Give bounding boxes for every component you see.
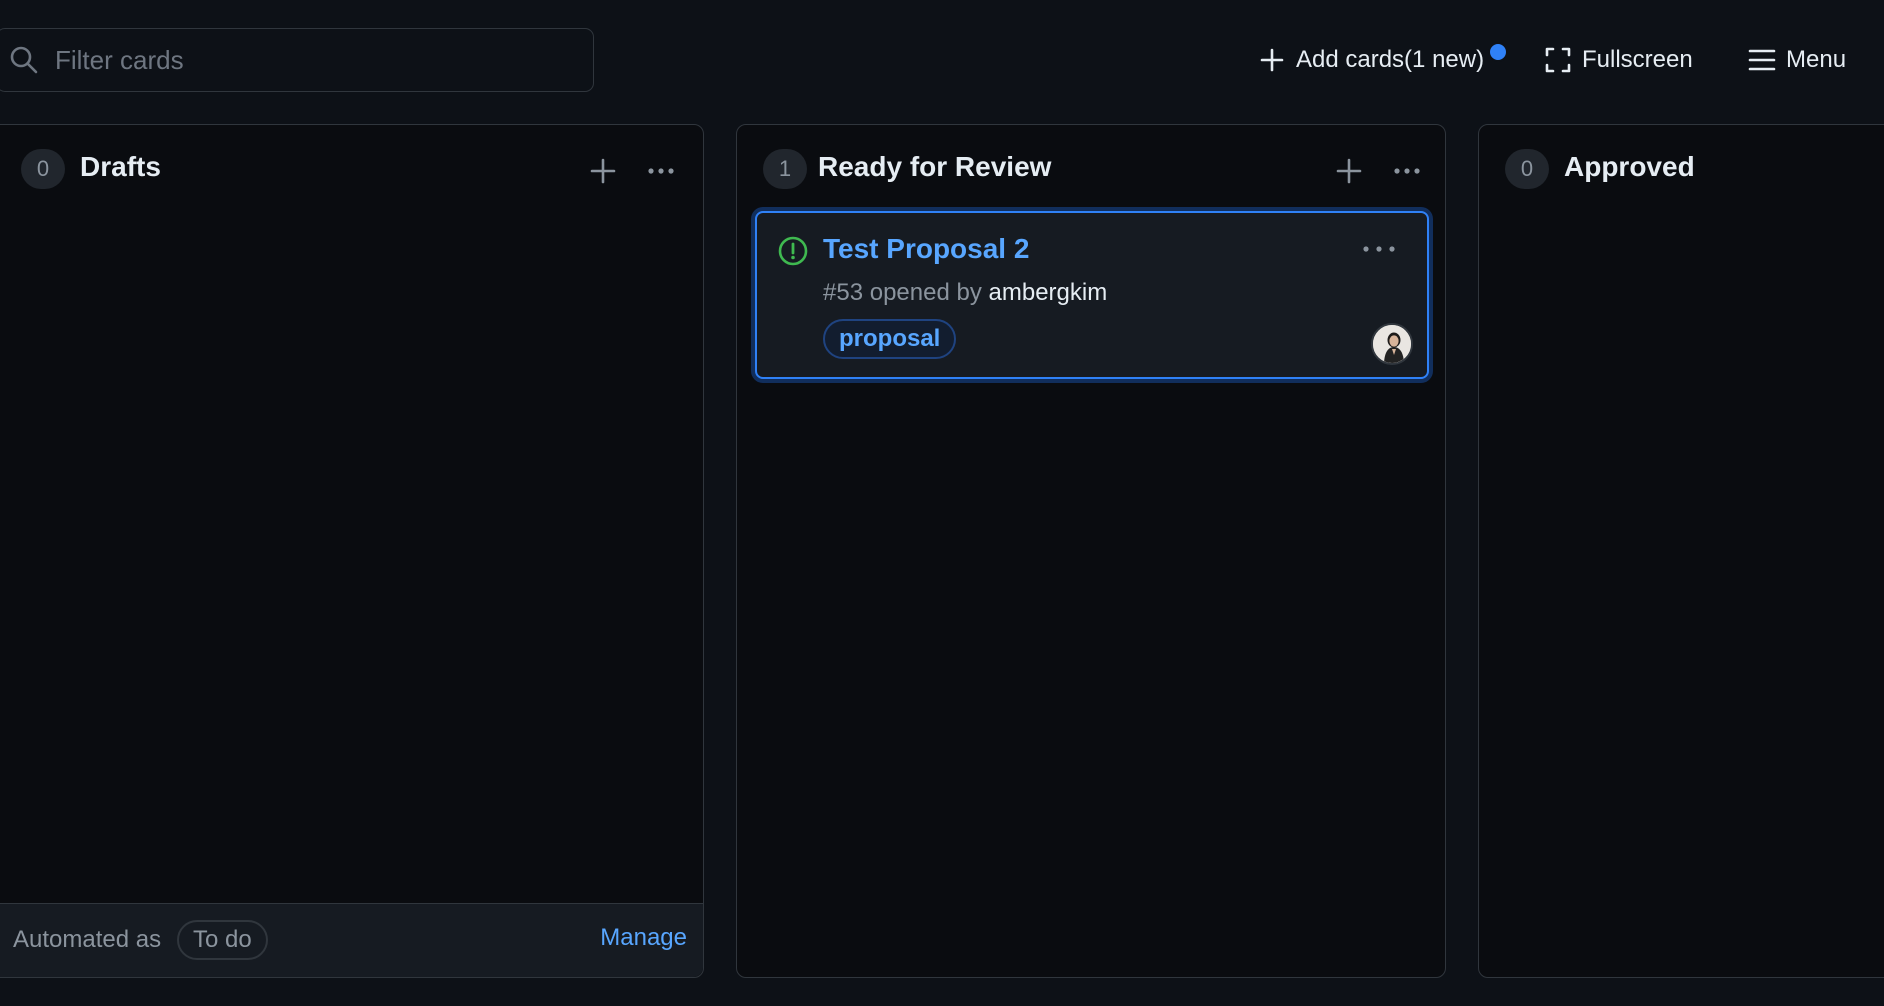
column-card-count: 0 (21, 149, 65, 189)
add-card-button[interactable] (583, 151, 623, 191)
plus-icon (590, 158, 616, 184)
column-title: Approved (1564, 151, 1695, 182)
menu-button[interactable]: Menu (1748, 40, 1846, 80)
kebab-horizontal-icon (648, 168, 674, 174)
new-cards-notification-dot (1488, 42, 1508, 62)
add-cards-label: Add cards(1 new) (1296, 46, 1485, 73)
column-card-count: 1 (763, 149, 807, 189)
issue-opened-icon (777, 235, 809, 267)
hamburger-icon (1748, 49, 1776, 71)
kebab-horizontal-icon (1363, 246, 1395, 252)
column-title: Drafts (80, 151, 161, 182)
assignee-avatar[interactable] (1371, 323, 1413, 365)
automation-status-badge: To do (177, 920, 268, 960)
plus-icon (1260, 48, 1284, 72)
column-drafts: 0 Drafts Automated as To do Manage (0, 124, 704, 978)
label-badge[interactable]: proposal (823, 319, 957, 359)
card-meta: #53 opened by ambergkim (823, 279, 1107, 307)
column-automation-footer: Automated as To do Manage (0, 903, 703, 977)
issue-number: #53 (823, 279, 864, 306)
manage-automation-link[interactable]: Manage (600, 924, 687, 952)
column-card-count: 0 (1505, 149, 1549, 189)
add-cards-button[interactable]: Add cards(1 new) (1258, 40, 1484, 80)
fullscreen-label: Fullscreen (1582, 46, 1693, 73)
fullscreen-icon (1545, 47, 1571, 73)
menu-label: Menu (1786, 46, 1847, 73)
kebab-horizontal-icon (1394, 168, 1420, 174)
column-options-button[interactable] (1387, 151, 1427, 191)
column-header: 1 Ready for Review (737, 125, 1445, 213)
author-link[interactable]: ambergkim (989, 279, 1108, 306)
column-header: 0 Approved (1479, 125, 1884, 213)
card-title-link[interactable]: Test Proposal 2 (823, 233, 1029, 265)
column-options-button[interactable] (641, 151, 681, 191)
project-toolbar: Add cards(1 new) Fullscreen Menu (0, 0, 1884, 120)
card-options-button[interactable] (1355, 229, 1403, 269)
plus-icon (1336, 158, 1362, 184)
column-title: Ready for Review (818, 151, 1052, 182)
automated-as-label: Automated as (13, 926, 162, 953)
issue-card[interactable]: Test Proposal 2 #53 opened by ambergkim … (755, 211, 1429, 379)
opened-by-text: opened by (869, 279, 982, 306)
fullscreen-button[interactable]: Fullscreen (1544, 40, 1693, 80)
add-card-button[interactable] (1329, 151, 1369, 191)
column-header: 0 Drafts (0, 125, 703, 213)
column-approved: 0 Approved (1478, 124, 1884, 978)
column-ready-for-review: 1 Ready for Review Test Proposal 2 #53 o… (736, 124, 1446, 978)
